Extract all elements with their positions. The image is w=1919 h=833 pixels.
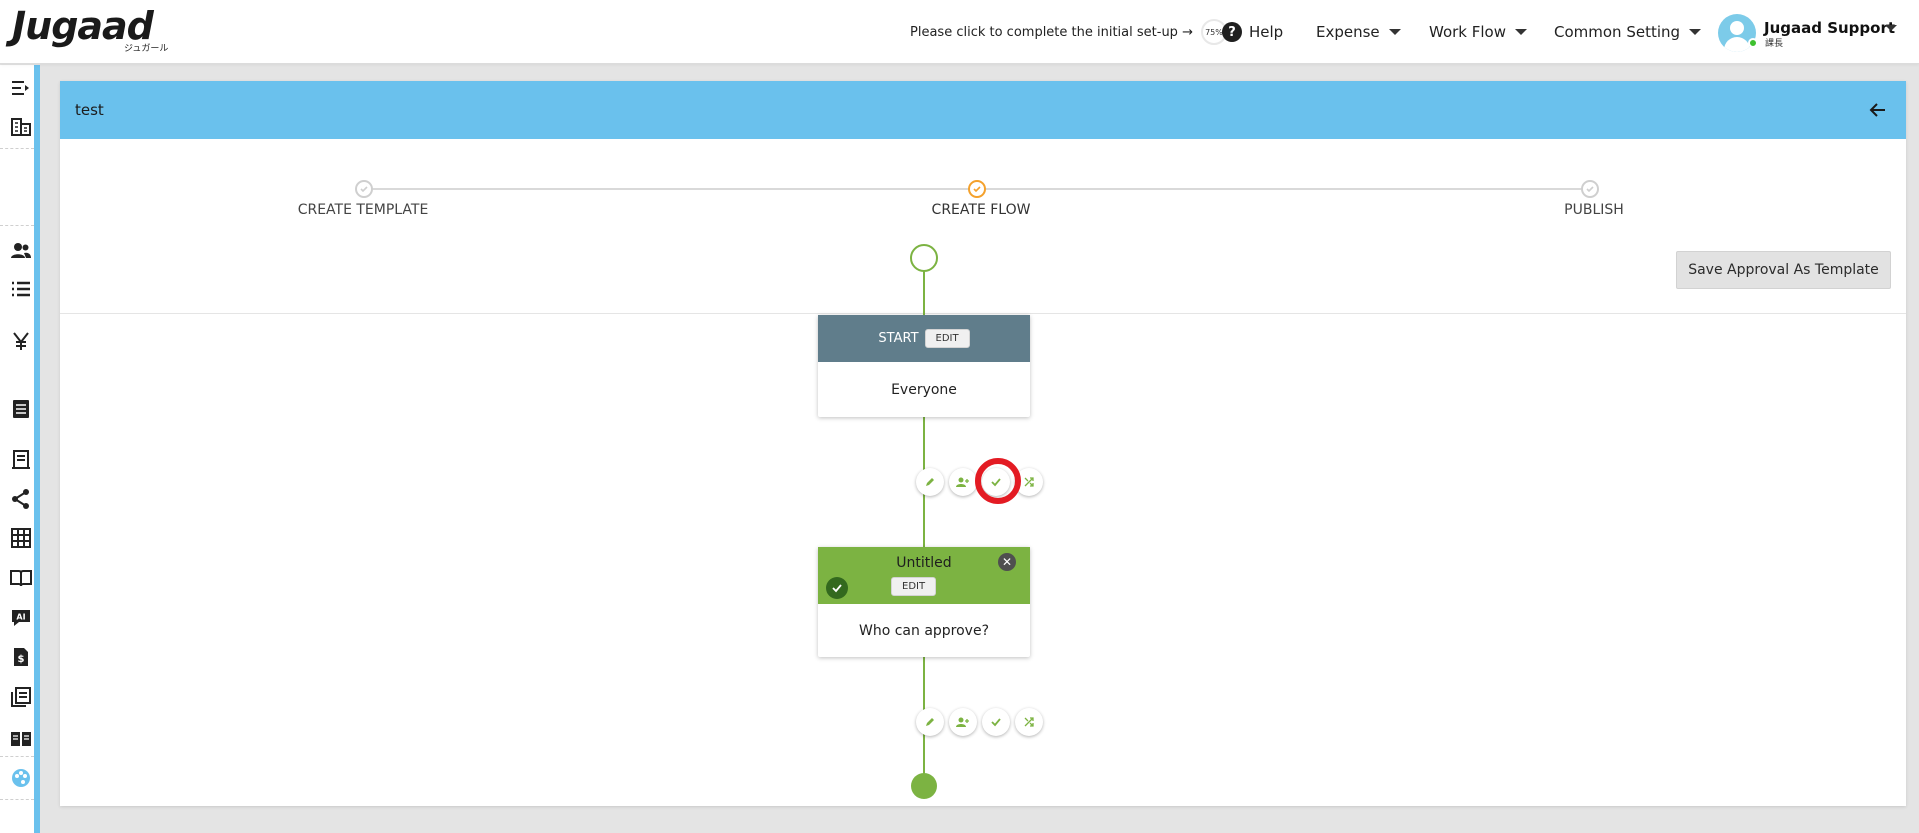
- workflow-menu-label: Work Flow: [1429, 23, 1506, 41]
- initial-setup-link[interactable]: Please click to complete the initial set…: [910, 19, 1227, 45]
- start-node-header: START EDIT: [818, 315, 1030, 362]
- flow-end-circle: [911, 773, 937, 799]
- manual-icon[interactable]: [10, 728, 32, 750]
- help-link[interactable]: ? Help: [1222, 21, 1283, 43]
- expense-menu[interactable]: Expense: [1316, 21, 1401, 43]
- approval-edit-button[interactable]: EDIT: [891, 577, 937, 596]
- step-create-template[interactable]: CREATE TEMPLATE: [253, 202, 473, 218]
- palette-icon[interactable]: [10, 767, 32, 789]
- progress-stepper: CREATE TEMPLATE CREATE FLOW PUBLISH: [60, 139, 1906, 314]
- step-active-icon: [968, 180, 986, 198]
- node-toolbar: [856, 708, 1043, 736]
- invoice-icon[interactable]: $: [10, 646, 32, 668]
- user-name[interactable]: Jugaad Support: [1764, 19, 1895, 37]
- help-icon: ?: [1222, 22, 1242, 42]
- svg-text:$: $: [18, 654, 25, 665]
- caret-down-icon: [1515, 29, 1527, 35]
- close-icon[interactable]: ✕: [998, 553, 1016, 571]
- flow-start-circle: [910, 244, 938, 272]
- save-approval-template-button[interactable]: Save Approval As Template: [1676, 251, 1891, 289]
- document-icon[interactable]: [10, 398, 32, 420]
- add-approver-icon: [956, 717, 969, 727]
- common-setting-menu-label: Common Setting: [1554, 23, 1681, 41]
- add-approver-tool[interactable]: [949, 708, 977, 736]
- workflow-menu[interactable]: Work Flow: [1429, 21, 1527, 43]
- edit-pencil-tool[interactable]: [916, 468, 944, 496]
- step-pending-icon: [1581, 180, 1599, 198]
- start-node[interactable]: START EDIT Everyone: [818, 315, 1030, 417]
- jugaad-logo[interactable]: Jugaad ジュガール: [12, 4, 172, 56]
- sidebar: AI $: [0, 65, 40, 833]
- setup-text: Please click to complete the initial set…: [910, 24, 1193, 40]
- expense-menu-label: Expense: [1316, 23, 1380, 41]
- collapse-menu-icon[interactable]: [10, 77, 32, 99]
- branch-icon: [1024, 477, 1034, 487]
- common-setting-menu[interactable]: Common Setting: [1554, 21, 1702, 43]
- approve-tool[interactable]: [982, 708, 1010, 736]
- add-approver-tool[interactable]: [949, 468, 977, 496]
- step-done-icon: [355, 180, 373, 198]
- user-menu-caret-icon[interactable]: [1885, 25, 1897, 31]
- yen-icon[interactable]: [10, 330, 32, 352]
- approval-node-body: Who can approve?: [858, 622, 990, 639]
- step-publish[interactable]: PUBLISH: [1484, 202, 1704, 218]
- branch-icon: [1024, 717, 1034, 727]
- online-status-dot: [1748, 38, 1758, 48]
- page-title: test: [75, 101, 104, 119]
- start-node-body: Everyone: [891, 381, 957, 398]
- user-role: 課長: [1765, 39, 1784, 49]
- flow-connector: [923, 270, 925, 315]
- svg-text:AI: AI: [16, 613, 25, 622]
- edit-pencil-tool[interactable]: [916, 708, 944, 736]
- logo-subtext: ジュガール: [124, 44, 169, 54]
- add-approver-icon: [956, 477, 969, 487]
- list-icon[interactable]: [10, 278, 32, 300]
- table-icon[interactable]: [10, 527, 32, 549]
- start-node-title: START: [878, 331, 919, 346]
- share-icon[interactable]: [10, 488, 32, 510]
- pencil-icon: [926, 718, 934, 726]
- highlight-ring: [975, 458, 1021, 504]
- branch-tool[interactable]: [1015, 708, 1043, 736]
- start-edit-button[interactable]: EDIT: [924, 329, 970, 348]
- caret-down-icon: [1388, 29, 1401, 35]
- panel-header: test: [60, 81, 1906, 139]
- approval-node[interactable]: Untitled EDIT ✕ Who can approve?: [818, 547, 1030, 657]
- users-icon[interactable]: [10, 239, 32, 261]
- approve-check-icon: [991, 718, 1001, 727]
- caret-down-icon: [1689, 29, 1702, 35]
- company-icon[interactable]: [10, 115, 32, 137]
- library-icon[interactable]: [10, 686, 32, 708]
- ai-chat-icon[interactable]: AI: [10, 607, 32, 629]
- back-arrow-icon[interactable]: [1868, 101, 1886, 119]
- step-create-flow[interactable]: CREATE FLOW: [871, 202, 1091, 218]
- check-icon: [826, 577, 848, 599]
- top-bar: Jugaad ジュガール Please click to complete th…: [0, 0, 1919, 64]
- workflow-panel: test CREATE TEMPLATE CREATE FLOW PUBLISH…: [60, 81, 1906, 806]
- help-label: Help: [1249, 23, 1284, 41]
- pencil-icon: [926, 478, 934, 486]
- approval-node-header: Untitled EDIT ✕: [818, 547, 1030, 604]
- book-icon[interactable]: [10, 567, 32, 589]
- receipt-icon[interactable]: [10, 449, 32, 471]
